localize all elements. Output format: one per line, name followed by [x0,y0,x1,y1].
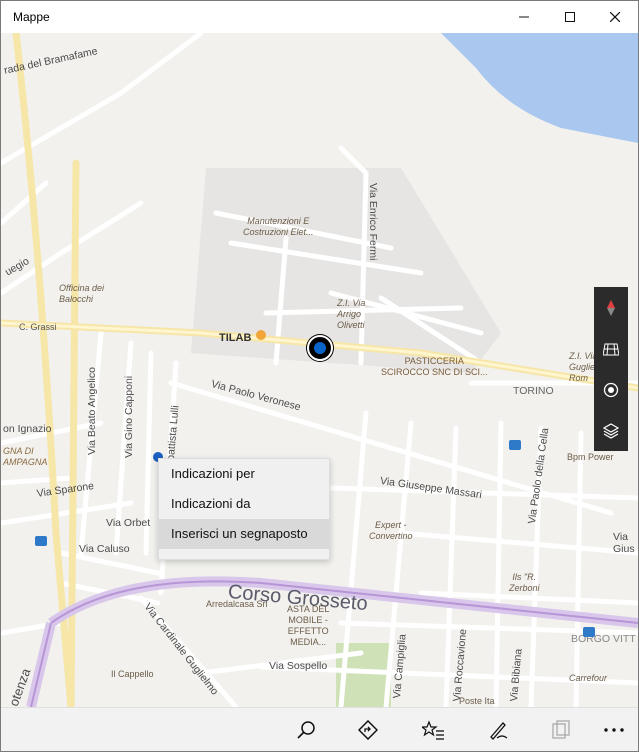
menu-item-directions-from[interactable]: Indicazioni da [159,489,329,519]
business-label[interactable]: Poste Ita [459,696,495,707]
layers-icon [603,422,619,439]
compass-icon [607,299,615,316]
map-layers-button[interactable] [594,410,628,451]
favorites-list-icon [422,720,444,740]
business-label[interactable]: Expert - Convertino [369,520,413,542]
target-icon [603,382,619,397]
area-label: GNA DI AMPAGNA [3,446,48,467]
street-label: on Ignazio [3,423,52,435]
business-label[interactable]: Z.I. Via Arrigo Olivetti [337,298,365,331]
tilt-button[interactable] [594,328,628,369]
share-button[interactable] [544,714,578,746]
search-icon [297,721,315,739]
business-label[interactable]: Arredalcasa Srl [206,599,268,610]
business-label[interactable]: Officina dei Balocchi [59,283,104,305]
more-button[interactable] [597,714,631,746]
business-label[interactable]: Il Cappello [111,669,154,680]
street-label: Via Enrico Fermi [367,183,379,261]
restaurant-icon[interactable] [256,330,266,340]
my-location-button[interactable] [594,369,628,410]
search-button[interactable] [289,714,323,746]
business-label[interactable]: Ils "R. Zerboni [509,572,540,594]
copy-icon [552,720,570,739]
business-label[interactable]: Manutenzioni E Costruzioni Elet... [243,216,314,238]
bus-stop-icon[interactable] [509,440,521,450]
business-label[interactable]: PASTICCERIA SCIROCCO SNC DI SCI... [381,356,488,378]
business-label[interactable]: C. Grassi [19,322,57,333]
close-icon [610,12,620,22]
close-button[interactable] [592,1,638,33]
context-menu: Indicazioni per Indicazioni da Inserisci… [158,458,330,560]
title-bar: Mappe [1,1,638,33]
current-location-pin[interactable] [307,335,333,361]
street-label: Via Beato Angelico [86,367,98,455]
district-label: TORINO [513,385,554,397]
map-canvas[interactable]: rada del Bramafame Via Enrico Fermi Via … [1,33,638,707]
menu-item-add-pin[interactable]: Inserisci un segnaposto [159,519,329,549]
business-label[interactable]: Bpm Power [567,452,614,463]
more-icon [604,728,624,732]
bus-stop-icon[interactable] [35,536,47,546]
window-title: Mappe [13,10,50,24]
minimize-button[interactable] [501,1,547,33]
bottom-toolbar [1,707,638,751]
street-label: Via Sospello [269,660,328,672]
pen-icon [490,722,508,740]
ink-button[interactable] [481,714,515,746]
business-label[interactable]: Carrefour [569,673,607,684]
business-label[interactable]: ASTA DEL MOBILE - EFFETTO MEDIA... [287,604,329,648]
directions-icon [358,720,378,740]
street-label: Via Orbet [106,517,151,529]
map-controls [594,287,628,451]
street-label: Via Gino Capponi [123,375,135,458]
favorites-button[interactable] [416,714,450,746]
bus-stop-icon[interactable] [583,627,595,637]
menu-item-directions-to[interactable]: Indicazioni per [159,459,329,489]
business-label[interactable]: TILAB [219,332,251,344]
street-label: Via Gius [613,531,635,555]
street-label: Via Caluso [79,543,130,555]
maximize-icon [565,12,575,22]
grid-3d-icon [603,343,619,355]
directions-button[interactable] [351,714,385,746]
minimize-icon [519,16,529,18]
district-label: BORGO VITT [571,633,636,645]
maps-window: Mappe rada del Bramafame Via Enrico Ferm… [0,0,639,752]
compass-button[interactable] [594,287,628,328]
maximize-button[interactable] [547,1,593,33]
